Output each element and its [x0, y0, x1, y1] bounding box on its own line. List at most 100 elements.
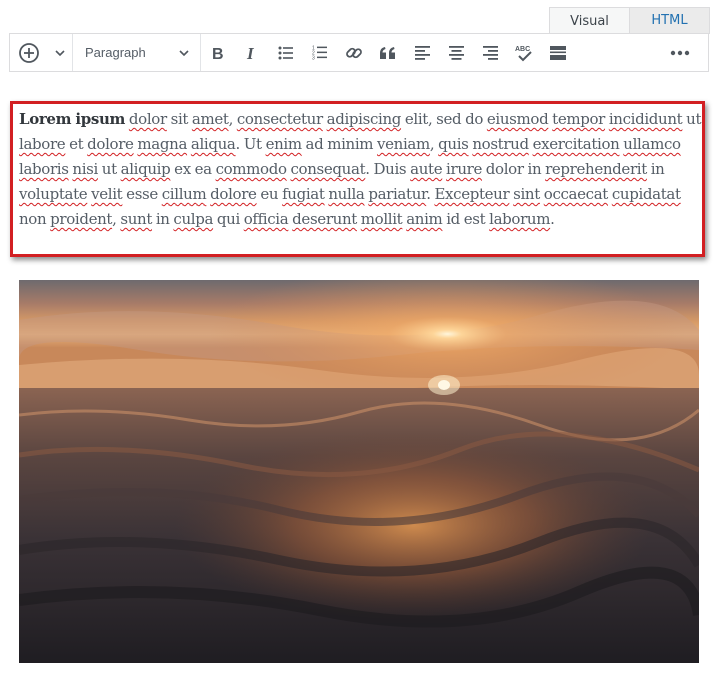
more-options-button[interactable]: [652, 34, 708, 71]
tab-html[interactable]: HTML: [630, 7, 710, 34]
misspelled-word: labore: [19, 135, 66, 153]
misspelled-word: cillum: [161, 185, 207, 203]
misspelled-word: dolore: [210, 185, 257, 203]
align-center-button[interactable]: [439, 34, 473, 71]
italic-icon: I: [246, 45, 255, 61]
spellcheck-button[interactable]: ABC: [507, 34, 541, 71]
misspelled-word: laboris: [19, 160, 69, 178]
misspelled-word: deserunt: [292, 210, 357, 228]
text-run: ut: [682, 110, 702, 128]
bold-icon: B: [212, 46, 224, 61]
sunset-ocean-image: [19, 280, 699, 663]
toolbar-toggle-button[interactable]: [541, 34, 575, 71]
more-horizontal-icon: [670, 50, 690, 55]
misspelled-word: voluptate: [19, 185, 88, 203]
text-run: esse: [122, 185, 162, 203]
text-run: id est: [442, 210, 490, 228]
misspelled-word: consectetur: [236, 110, 323, 128]
misspelled-word: dolor: [128, 110, 167, 128]
text-run: ,: [228, 110, 237, 128]
bulleted-list-button[interactable]: [269, 34, 303, 71]
chevron-down-icon: [179, 49, 189, 56]
misspelled-word: nisi: [72, 160, 98, 178]
chevron-down-icon: [55, 49, 65, 56]
text-run: eu: [256, 185, 283, 203]
format-select-value: Paragraph: [85, 45, 146, 60]
misspelled-word: laborum: [489, 210, 551, 228]
text-run: elit, sed do: [401, 110, 487, 128]
text-run: ex ea: [170, 160, 216, 178]
numbered-list-icon: 1 2 3: [312, 46, 327, 60]
misspelled-word: aliqua: [190, 135, 236, 153]
numbered-list-button[interactable]: 1 2 3: [303, 34, 337, 71]
text-run: ut: [97, 160, 121, 178]
misspelled-word: officia: [243, 210, 289, 228]
misspelled-word: irure: [446, 160, 482, 178]
misspelled-word: proident: [50, 210, 113, 228]
svg-text:B: B: [212, 46, 224, 61]
misspelled-word: adipiscing: [326, 110, 402, 128]
misspelled-word: amet: [191, 110, 229, 128]
misspelled-word: ullamco: [623, 135, 681, 153]
text-run: .: [550, 210, 555, 228]
text-run: ,: [429, 135, 439, 153]
editor-mode-tabs: Visual HTML: [549, 7, 710, 34]
text-run: non: [19, 210, 51, 228]
format-select[interactable]: Paragraph: [73, 34, 200, 71]
misspelled-word: exercitation: [532, 135, 620, 153]
misspelled-word: mollit: [360, 210, 403, 228]
misspelled-word: magna: [137, 135, 188, 153]
insert-link-button[interactable]: [337, 34, 371, 71]
misspelled-word: nulla: [328, 185, 365, 203]
add-block-button[interactable]: [10, 34, 48, 71]
italic-button[interactable]: I: [235, 34, 269, 71]
bold-button[interactable]: B: [201, 34, 235, 71]
misspelled-word: consequat: [290, 160, 366, 178]
text-run: . Ut: [235, 135, 266, 153]
align-right-icon: [482, 45, 498, 60]
misspelled-word: aliquip: [120, 160, 171, 178]
align-left-icon: [414, 45, 430, 60]
plus-circle-icon: [19, 42, 39, 63]
text-run: . Duis: [365, 160, 411, 178]
misspelled-word: eiusmod: [486, 110, 549, 128]
svg-text:ABC: ABC: [515, 46, 530, 53]
text-run: in: [152, 210, 174, 228]
spellcheck-icon: ABC: [515, 46, 532, 61]
align-right-button[interactable]: [473, 34, 507, 71]
svg-text:I: I: [246, 45, 255, 61]
misspelled-word: veniam: [377, 135, 430, 153]
tab-visual[interactable]: Visual: [549, 7, 630, 34]
text-run: sit: [166, 110, 192, 128]
text-run: dolor in: [481, 160, 546, 178]
paragraph-block[interactable]: Lorem ipsum dolor sit amet, consectetur …: [10, 101, 705, 257]
align-center-icon: [448, 45, 464, 60]
misspelled-word: aute: [410, 160, 443, 178]
misspelled-word: dolore: [87, 135, 134, 153]
text-run: qui: [213, 210, 244, 228]
editor-toolbar: Paragraph B I 1 2 3 ABC: [9, 33, 709, 72]
misspelled-word: incididunt: [608, 110, 683, 128]
misspelled-word: pariatur: [368, 185, 427, 203]
misspelled-word: velit: [91, 185, 123, 203]
misspelled-word: Excepteur: [434, 185, 510, 203]
align-left-button[interactable]: [405, 34, 439, 71]
misspelled-word: tempor: [552, 110, 606, 128]
bold-lead: Lorem ipsum: [19, 110, 126, 128]
blockquote-button[interactable]: [371, 34, 405, 71]
bulleted-list-icon: [278, 46, 293, 59]
misspelled-word: cupidatat: [611, 185, 681, 203]
link-icon: [346, 47, 362, 58]
paragraph-text[interactable]: Lorem ipsum dolor sit amet, consectetur …: [19, 107, 702, 232]
misspelled-word: nostrud: [472, 135, 529, 153]
kitchen-sink-icon: [550, 45, 566, 60]
misspelled-word: quis: [438, 135, 469, 153]
text-run: ad minim: [301, 135, 377, 153]
text-run: in: [646, 160, 665, 178]
inserter-group: [10, 34, 72, 71]
add-block-dropdown-button[interactable]: [48, 34, 72, 71]
image-block[interactable]: [19, 280, 699, 663]
misspelled-word: commodo: [215, 160, 287, 178]
misspelled-word: anim: [406, 210, 443, 228]
formatting-group: B I 1 2 3 ABC: [201, 34, 575, 71]
